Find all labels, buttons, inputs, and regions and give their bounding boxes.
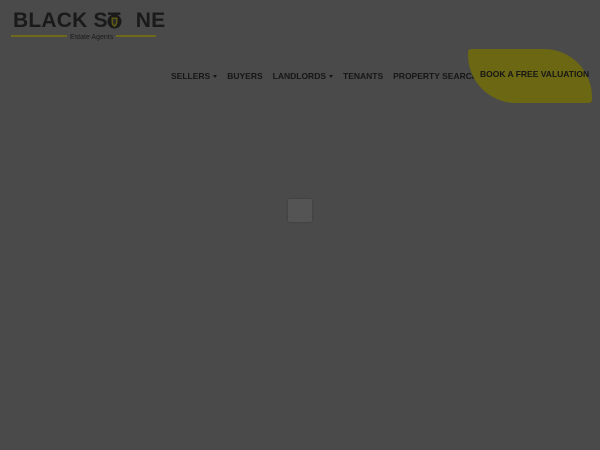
main-nav: SELLERS BUYERS LANDLORDS TENANTS PROPERT… xyxy=(171,69,495,83)
book-valuation-button[interactable]: BOOK A FREE VALUATION xyxy=(468,49,592,103)
nav-item-landlords[interactable]: LANDLORDS xyxy=(273,71,333,81)
brand-logo[interactable]: BLACK ST NE Estate Agents xyxy=(11,8,165,44)
shield-crest-icon xyxy=(107,14,122,29)
nav-item-label: PROPERTY SEARCH xyxy=(393,71,478,81)
nav-item-label: SELLERS xyxy=(171,71,211,81)
nav-item-label: LANDLORDS xyxy=(272,71,326,81)
brand-name-part2: NE xyxy=(135,9,166,32)
caret-down-icon xyxy=(213,74,218,78)
book-valuation-label: BOOK A FREE VALUATION xyxy=(480,69,590,79)
brand-name: BLACK ST NE xyxy=(13,9,165,33)
page: BLACK ST NE Estate Agents SELLERS BUYERS … xyxy=(0,0,600,450)
nav-item-buyers[interactable]: BUYERS xyxy=(227,71,262,81)
brand-name-part1: BLACK ST xyxy=(13,9,121,32)
nav-item-label: TENANTS xyxy=(343,71,384,81)
brand-tagline: Estate Agents xyxy=(67,33,117,42)
caret-down-icon xyxy=(329,74,333,78)
nav-item-tenants[interactable]: TENANTS xyxy=(343,71,383,81)
nav-item-label: BUYERS xyxy=(227,71,263,81)
nav-item-sellers[interactable]: SELLERS xyxy=(171,71,218,81)
loading-spinner xyxy=(288,199,312,222)
